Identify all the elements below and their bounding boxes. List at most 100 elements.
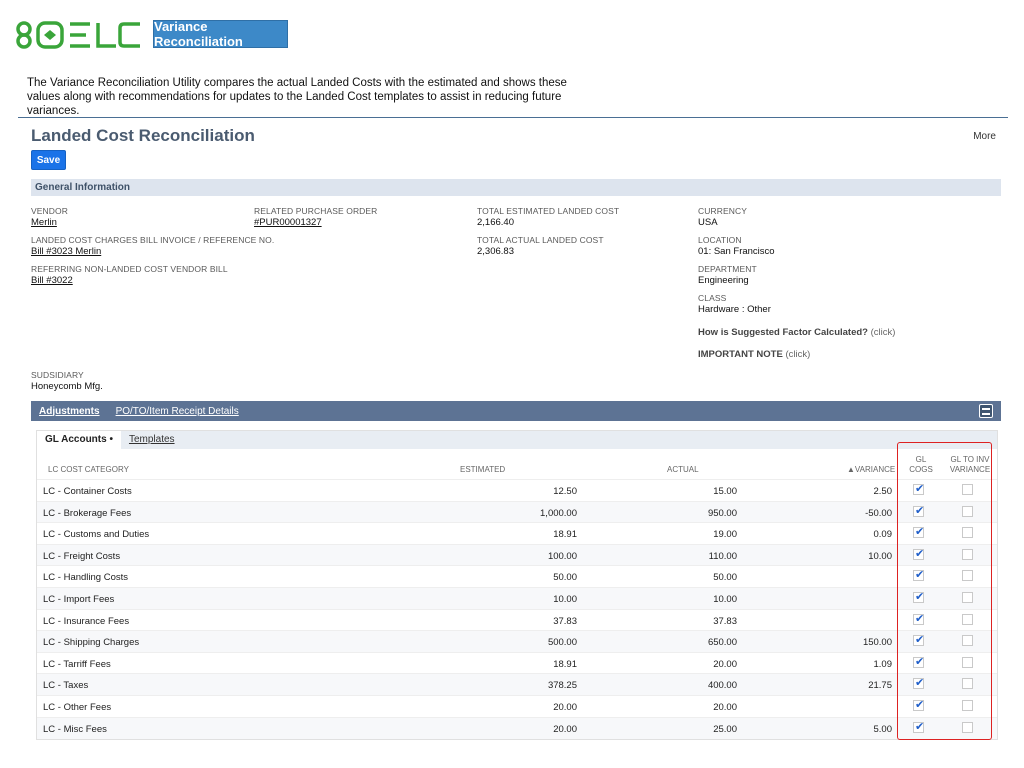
table-row[interactable]: LC - Misc Fees 20.00 25.00 5.00 [37, 716, 997, 739]
field-related-po: RELATED PURCHASE ORDER #PUR00001327 [254, 206, 377, 228]
table-row[interactable]: LC - Taxes 378.25 400.00 21.75 [37, 673, 997, 696]
factor-help[interactable]: How is Suggested Factor Calculated? (cli… [698, 327, 895, 338]
table-row[interactable]: LC - Tarriff Fees 18.91 20.00 1.09 [37, 651, 997, 674]
field-class: CLASS Hardware : Other [698, 293, 771, 315]
divider [18, 117, 1008, 118]
table-row[interactable]: LC - Other Fees 20.00 20.00 [37, 695, 997, 717]
non-lc-bill-label: REFERRING NON-LANDED COST VENDOR BILL [31, 264, 228, 274]
cell-category: LC - Taxes [43, 680, 89, 692]
gl-cogs-checkbox[interactable] [913, 590, 924, 603]
tab-templates[interactable]: Templates [121, 431, 183, 449]
cell-estimated: 20.00 [553, 723, 577, 735]
tab-gl-accounts[interactable]: GL Accounts • [37, 431, 121, 449]
gl-inv-variance-checkbox[interactable] [962, 505, 973, 517]
field-bill-reference: LANDED COST CHARGES BILL INVOICE / REFER… [31, 235, 274, 257]
cell-actual: 10.00 [713, 594, 737, 605]
cell-estimated: 18.91 [553, 529, 577, 541]
more-menu[interactable]: More [973, 131, 996, 142]
important-note[interactable]: IMPORTANT NOTE (click) [698, 349, 810, 360]
gl-inv-variance-checkbox[interactable] [962, 613, 973, 625]
gl-inv-variance-checkbox[interactable] [962, 527, 973, 539]
gl-inv-variance-checkbox[interactable] [962, 635, 973, 647]
col-header-category[interactable]: LC COST CATEGORY [48, 465, 129, 475]
factor-question: How is Suggested Factor Calculated? [698, 327, 868, 338]
col-header-variance[interactable]: ▲VARIANCE [847, 465, 895, 475]
cell-estimated: 12.50 [553, 486, 577, 497]
gl-inv-variance-checkbox[interactable] [962, 700, 973, 711]
cell-estimated: 10.00 [553, 594, 577, 605]
non-lc-bill-link[interactable]: Bill #3022 [31, 275, 228, 286]
gl-inv-variance-checkbox[interactable] [962, 548, 973, 560]
table-row[interactable]: LC - Handling Costs 50.00 50.00 [37, 565, 997, 587]
gl-inv-variance-checkbox[interactable] [962, 721, 973, 733]
class-value: Hardware : Other [698, 304, 771, 315]
table-row[interactable]: LC - Shipping Charges 500.00 650.00 150.00 [37, 630, 997, 653]
cell-actual: 20.00 [713, 658, 737, 670]
related-po-link[interactable]: #PUR00001327 [254, 217, 377, 228]
gl-cogs-checkbox[interactable] [913, 676, 924, 690]
cell-variance: 2.50 [873, 486, 893, 497]
total-actual-label: TOTAL ACTUAL LANDED COST [477, 235, 604, 245]
cell-actual: 400.00 [707, 680, 737, 692]
page-title: Landed Cost Reconciliation [31, 126, 255, 145]
gl-cogs-checkbox[interactable] [913, 655, 924, 668]
gl-cogs-checkbox[interactable] [913, 698, 924, 711]
note-click-link[interactable]: (click) [785, 349, 810, 360]
cell-actual: 110.00 [708, 550, 737, 562]
col-header-gl-cogs[interactable]: GL COGS [909, 455, 933, 475]
field-location: LOCATION 01: San Francisco [698, 235, 775, 257]
bill-reference-link[interactable]: Bill #3023 Merlin [31, 246, 274, 257]
cell-variance: -50.00 [865, 507, 892, 519]
save-button[interactable]: Save [31, 150, 66, 170]
subsidiary-value: Honeycomb Mfg. [31, 381, 103, 392]
table-row[interactable]: LC - Insurance Fees 37.83 37.83 [37, 608, 997, 631]
collapse-icon[interactable] [979, 404, 993, 418]
cell-category: LC - Insurance Fees [43, 615, 130, 627]
table-row[interactable]: LC - Container Costs 12.50 15.00 2.50 [37, 479, 997, 501]
gl-inv-variance-checkbox[interactable] [962, 570, 973, 582]
currency-label: CURRENCY [698, 206, 747, 216]
col-header-gl-inv-variance[interactable]: GL TO INV VARIANCE [946, 455, 994, 475]
gl-inv-variance-checkbox[interactable] [962, 592, 973, 603]
gl-cogs-checkbox[interactable] [913, 504, 924, 517]
brand-logo [14, 20, 142, 50]
department-label: DEPARTMENT [698, 264, 757, 274]
cell-estimated: 378.25 [547, 680, 577, 692]
vendor-label: VENDOR [31, 206, 68, 216]
gl-inv-variance-checkbox[interactable] [962, 656, 973, 668]
field-department: DEPARTMENT Engineering [698, 264, 757, 286]
gl-cogs-checkbox[interactable] [913, 633, 924, 647]
total-actual-value: 2,306.83 [477, 246, 514, 257]
table-row[interactable]: LC - Brokerage Fees 1,000.00 950.00 -50.00 [37, 500, 997, 523]
tab-adjustments[interactable]: Adjustments [39, 406, 100, 417]
gl-cogs-checkbox[interactable] [913, 568, 924, 582]
cell-variance: 1.09 [873, 658, 893, 670]
gl-inv-variance-checkbox[interactable] [962, 484, 973, 495]
cell-category: LC - Shipping Charges [43, 637, 140, 649]
cell-estimated: 500.00 [547, 637, 577, 649]
gl-cogs-checkbox[interactable] [913, 612, 924, 625]
cell-actual: 650.00 [707, 637, 737, 649]
table-row[interactable]: LC - Import Fees 10.00 10.00 [37, 587, 997, 609]
gl-inv-variance-checkbox[interactable] [962, 678, 973, 690]
vendor-link[interactable]: Merlin [31, 217, 68, 228]
factor-click-link[interactable]: (click) [871, 327, 896, 338]
table-row[interactable]: LC - Freight Costs 100.00 110.00 10.00 [37, 543, 997, 566]
table-row[interactable]: LC - Customs and Duties 18.91 19.00 0.09 [37, 522, 997, 544]
cell-category: LC - Tarriff Fees [43, 658, 111, 670]
col-header-actual[interactable]: ACTUAL [667, 465, 699, 475]
cell-variance: 21.75 [868, 680, 892, 692]
cell-estimated: 18.91 [553, 658, 577, 670]
col-header-estimated[interactable]: ESTIMATED [460, 465, 505, 475]
gl-cogs-checkbox[interactable] [913, 720, 924, 733]
tab-po-details[interactable]: PO/TO/Item Receipt Details [116, 406, 239, 417]
section-general-information[interactable]: General Information [31, 179, 1001, 196]
gl-cogs-checkbox[interactable] [913, 547, 924, 560]
gl-cogs-checkbox[interactable] [913, 482, 924, 495]
cell-category: LC - Freight Costs [43, 550, 121, 562]
field-subsidiary: SUDSIDIARY Honeycomb Mfg. [31, 370, 103, 392]
gl-cogs-checkbox[interactable] [913, 525, 924, 539]
related-po-label: RELATED PURCHASE ORDER [254, 206, 378, 216]
bill-reference-label: LANDED COST CHARGES BILL INVOICE / REFER… [31, 235, 275, 245]
col-header-gl-cogs-line2: COGS [909, 465, 933, 474]
